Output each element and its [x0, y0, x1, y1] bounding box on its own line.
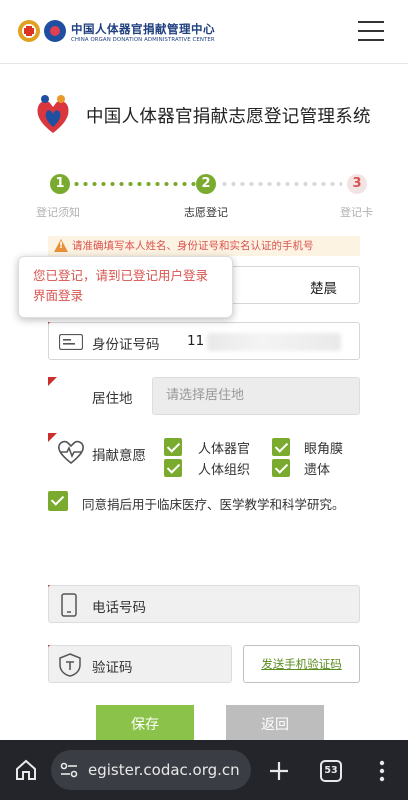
cornea-option-label: 眼角膜: [304, 442, 344, 457]
phone-icon: [61, 593, 77, 617]
url-text[interactable]: egister.codac.org.cn: [88, 761, 240, 779]
verification-code-field[interactable]: 验证码: [48, 645, 232, 683]
id-number-value: 11: [187, 333, 205, 349]
tab-count-button[interactable]: 53: [320, 760, 342, 782]
required-mark: [48, 377, 57, 386]
required-mark: [48, 433, 57, 442]
tissue-checkbox[interactable]: [164, 459, 182, 477]
body-option-label: 遗体: [304, 463, 331, 478]
step-3-label: 登记卡: [340, 206, 373, 219]
step-1-dot: 1: [50, 174, 70, 194]
step-3-dot: 3: [347, 174, 367, 194]
name-value: 楚晨: [310, 281, 337, 297]
consent-checkbox[interactable]: [48, 491, 68, 511]
donation-label: 捐献意愿: [92, 448, 146, 464]
hamburger-menu-icon[interactable]: [358, 21, 384, 41]
address-select[interactable]: 请选择居住地: [152, 377, 360, 415]
cornea-checkbox[interactable]: [272, 438, 290, 456]
home-icon[interactable]: [15, 759, 37, 781]
heart-logo-icon: [37, 95, 69, 133]
step-connector-1: [72, 182, 196, 186]
organ-checkbox[interactable]: [164, 438, 182, 456]
system-title: 中国人体器官捐献志愿登记管理系统: [86, 107, 371, 127]
step-2-dot: 2: [196, 174, 216, 194]
more-options-icon[interactable]: [378, 760, 386, 782]
heart-pulse-icon: [58, 440, 84, 465]
organ-donation-emblem-icon: [44, 20, 66, 42]
step-connector-2: [220, 182, 342, 186]
step-1-label: 登记须知: [36, 206, 80, 219]
back-button[interactable]: 返回: [226, 705, 324, 745]
body-checkbox[interactable]: [272, 459, 290, 477]
id-card-icon: [59, 334, 83, 350]
org-name-en: CHINA ORGAN DONATION ADMINISTRATIVE CENT…: [71, 37, 215, 43]
top-header: 中国人体器官捐献管理中心 CHINA ORGAN DONATION ADMINI…: [0, 0, 408, 64]
red-cross-logo-icon: [18, 20, 40, 42]
id-number-field[interactable]: 身份证号码 11: [48, 322, 360, 360]
tissue-option-label: 人体组织: [198, 463, 251, 478]
org-name-cn: 中国人体器官捐献管理中心: [71, 22, 215, 36]
shield-icon: [59, 653, 81, 677]
warning-banner: 请准确填写本人姓名、身份证号和实名认证的手机号: [48, 236, 360, 256]
address-label: 居住地: [92, 391, 133, 407]
verification-code-label: 验证码: [92, 660, 133, 676]
id-number-label: 身份证号码: [92, 337, 160, 353]
organ-option-label: 人体器官: [198, 442, 251, 457]
new-tab-icon[interactable]: [268, 760, 290, 782]
step-2-label: 志愿登记: [184, 206, 228, 219]
send-sms-code-button[interactable]: 发送手机验证码: [243, 645, 360, 683]
id-number-blurred: [207, 333, 341, 351]
warning-text: 请准确填写本人姓名、身份证号和实名认证的手机号: [72, 240, 314, 252]
phone-field[interactable]: 电话号码: [48, 585, 360, 623]
save-button[interactable]: 保存: [96, 705, 194, 745]
already-registered-tooltip: 您已登记，请到已登记用户登录界面登录: [18, 256, 233, 318]
warning-icon: [54, 239, 68, 252]
phone-label: 电话号码: [92, 600, 146, 616]
consent-text: 同意捐后用于临床医疗、医学教学和科学研究。: [82, 497, 345, 512]
site-settings-icon[interactable]: [60, 762, 78, 778]
